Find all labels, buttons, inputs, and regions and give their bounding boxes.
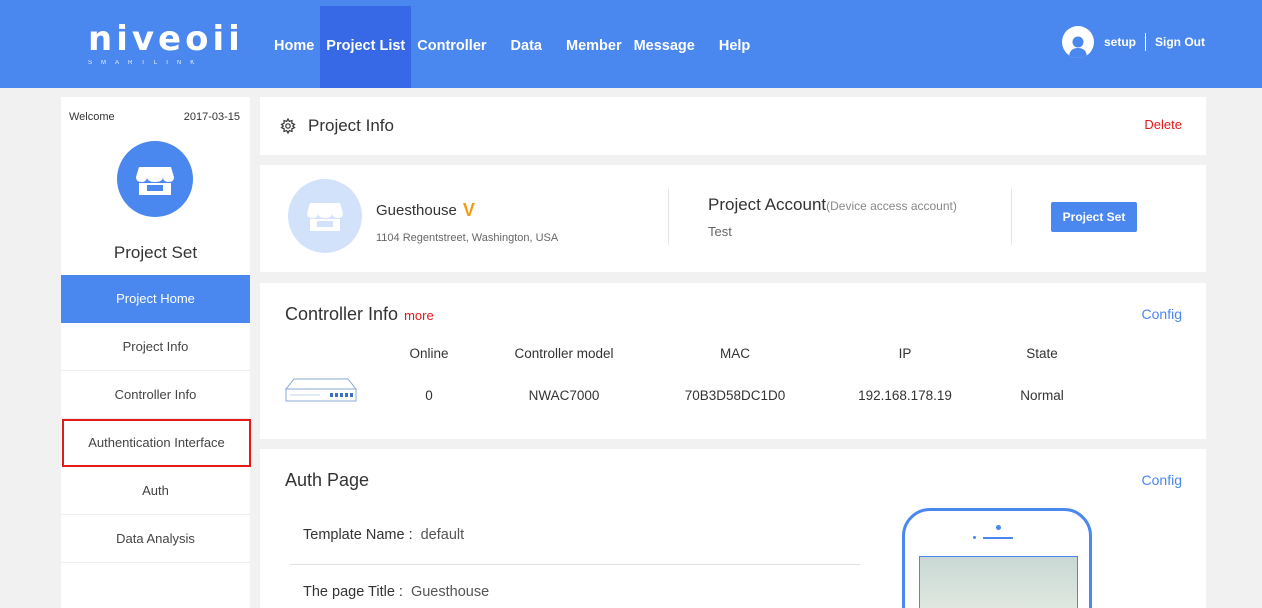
phone-preview: [902, 508, 1092, 608]
auth-page-panel: Auth Page Config Template Name : default …: [260, 449, 1206, 608]
controller-info-heading: Controller Info more: [285, 304, 434, 325]
controller-info-title: Controller Info: [285, 304, 399, 324]
delete-button[interactable]: Delete: [1144, 117, 1182, 132]
project-avatar-store-icon: [288, 179, 362, 253]
sidebar-item-auth[interactable]: Auth: [61, 467, 250, 515]
column-header-online: Online: [409, 346, 449, 361]
page-title-value: Guesthouse: [410, 584, 490, 600]
project-address: 1104 Regentstreet, Washington, USA: [376, 232, 559, 244]
column-header-mac: MAC: [720, 346, 750, 361]
logo-wordmark: niveoii: [88, 19, 244, 59]
project-name: Guesthouse: [376, 202, 457, 219]
more-link[interactable]: more: [404, 308, 434, 323]
sidebar-title: Project Set: [113, 243, 198, 262]
template-name-label: Template Name :: [303, 527, 413, 543]
nav-help[interactable]: Help: [713, 6, 756, 88]
user-menu: setup Sign Out: [1061, 26, 1205, 58]
project-card: Guesthouse V 1104 Regentstreet, Washingto…: [260, 165, 1206, 272]
username[interactable]: setup: [1104, 35, 1136, 49]
cell-online: 0: [425, 388, 433, 403]
nav-message[interactable]: Message: [628, 6, 713, 88]
project-name-row: Guesthouse V: [376, 200, 475, 221]
main-nav: Home Project List Controller Data Member…: [268, 6, 756, 88]
nav-data[interactable]: Data: [505, 6, 560, 88]
page-title-label: The page Title :: [303, 584, 403, 600]
controller-device-icon: [284, 377, 358, 410]
store-icon: [117, 141, 193, 217]
controller-info-panel: Controller Info more Config Online Contro…: [260, 283, 1206, 439]
sidebar-item-data-analysis[interactable]: Data Analysis: [61, 515, 250, 563]
page-title: Project Info: [308, 116, 394, 135]
sign-out-link[interactable]: Sign Out: [1155, 35, 1205, 49]
cell-mac: 70B3D58DC1D0: [684, 388, 786, 403]
phone-screen-preview-image: [919, 556, 1078, 608]
top-navigation-bar: niveoii SMARTLINK Home Project List Cont…: [0, 0, 1262, 88]
sidebar-item-authentication-interface[interactable]: Authentication Interface: [62, 419, 251, 467]
divider: [1011, 189, 1012, 245]
gear-icon: [280, 117, 296, 139]
user-divider: [1145, 33, 1146, 51]
sidebar-menu: Project Home Project Info Controller Inf…: [61, 275, 251, 563]
cell-ip: 192.168.178.19: [858, 388, 952, 403]
cell-controller-model: NWAC7000: [528, 388, 600, 403]
welcome-text: Welcome: [69, 111, 115, 123]
controller-config-link[interactable]: Config: [1142, 306, 1182, 322]
nav-home[interactable]: Home: [268, 6, 320, 88]
logo-subtext: SMARTLINK: [88, 60, 204, 66]
template-name-row: Template Name : default: [303, 527, 464, 543]
nav-controller[interactable]: Controller: [411, 6, 504, 88]
phone-speaker-icon: [983, 537, 1013, 539]
left-sidebar: Welcome 2017-03-15 Project Set Project H…: [61, 97, 251, 608]
phone-camera-icon: [996, 525, 1001, 530]
user-avatar-icon[interactable]: [1061, 26, 1094, 58]
column-header-state: State: [1026, 346, 1058, 361]
project-set-button[interactable]: Project Set: [1051, 202, 1137, 232]
project-info-header: Project Info Delete: [260, 97, 1206, 155]
project-account-subtitle: (Device access account): [826, 199, 957, 213]
phone-sensor-icon: [973, 536, 976, 539]
auth-page-title: Auth Page: [285, 470, 370, 490]
verified-badge: V: [462, 200, 475, 220]
sidebar-item-project-home[interactable]: Project Home: [61, 275, 250, 323]
project-account-title: Project Account: [708, 195, 827, 214]
nav-project-list[interactable]: Project List: [320, 6, 412, 88]
template-name-value: default: [420, 527, 465, 543]
column-header-controller-model: Controller model: [514, 346, 614, 361]
column-header-ip: IP: [898, 346, 912, 361]
project-account-value: Test: [708, 224, 732, 239]
cell-state: Normal: [1020, 388, 1064, 403]
current-date: 2017-03-15: [183, 111, 240, 123]
project-account-heading: Project Account(Device access account): [708, 195, 957, 215]
divider: [290, 564, 860, 565]
divider: [668, 189, 669, 245]
sidebar-item-controller-info[interactable]: Controller Info: [61, 371, 250, 419]
nav-member[interactable]: Member: [560, 6, 628, 88]
brand-logo[interactable]: niveoii SMARTLINK: [88, 19, 244, 68]
sidebar-item-project-info[interactable]: Project Info: [61, 323, 250, 371]
page-title-row: The page Title : Guesthouse: [303, 584, 489, 600]
auth-config-link[interactable]: Config: [1142, 472, 1182, 488]
